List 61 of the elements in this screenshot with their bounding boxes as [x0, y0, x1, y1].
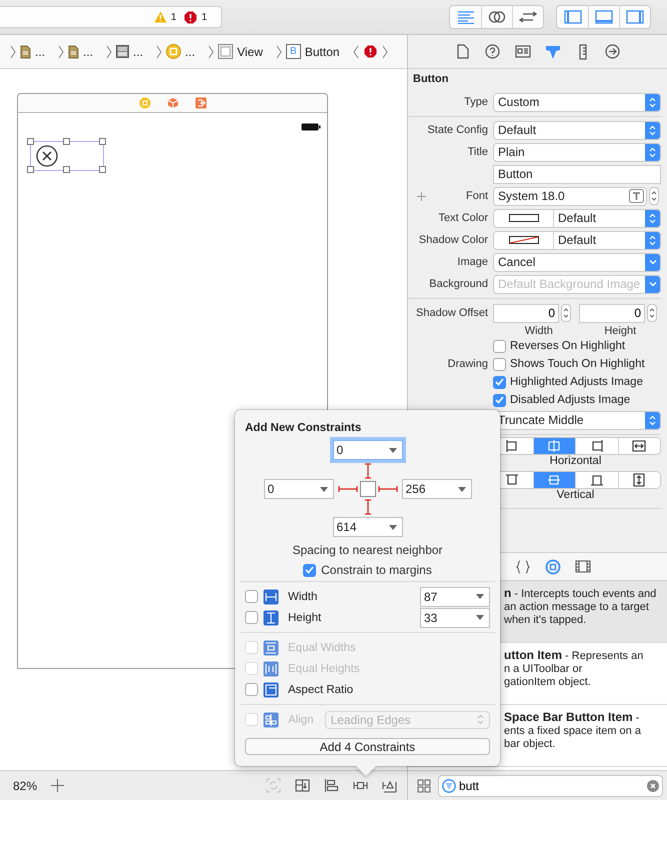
add-constraints-button[interactable]: Add 4 Constraints: [245, 738, 490, 755]
checkbox-label: Constrain to margins: [321, 563, 432, 577]
field-label: Title: [468, 146, 488, 158]
breadcrumb-item[interactable]: ...: [185, 44, 196, 58]
checkbox-label: Shows Touch On Highlight: [510, 358, 645, 370]
segment-caption: Horizontal: [550, 455, 602, 469]
breadcrumb-item[interactable]: View: [237, 44, 263, 58]
field-label: Shadow Offset: [416, 307, 488, 319]
constraint-label: Align: [288, 714, 314, 726]
breadcrumb-item[interactable]: ...: [133, 44, 144, 58]
field-label: State Config: [427, 124, 488, 136]
offset-width-field[interactable]: 0: [493, 304, 559, 322]
field-label: Font: [466, 190, 488, 202]
dropdown[interactable]: Plain: [493, 142, 661, 162]
constraint-label: Equal Widths: [288, 642, 356, 654]
button-type-icon: B: [286, 44, 301, 59]
segment-caption: Vertical: [556, 489, 594, 503]
field-caption: Height: [603, 325, 638, 337]
offset-height-field[interactable]: 0: [579, 304, 645, 322]
constraint-value-field[interactable]: 87: [420, 586, 490, 606]
combo-input[interactable]: Cancel: [494, 255, 645, 269]
field-label: Image: [457, 256, 488, 268]
error-count: 1: [201, 12, 207, 22]
field-label: Type: [464, 96, 488, 108]
dropdown[interactable]: Custom: [493, 92, 661, 112]
combo-input[interactable]: Default Background Image: [494, 277, 645, 291]
checkbox-label: Disabled Adjusts Image: [510, 394, 630, 406]
dropdown[interactable]: Default: [493, 120, 661, 140]
popover-title: Add New Constraints: [245, 422, 362, 434]
field-label: Background: [429, 278, 488, 290]
color-dropdown[interactable]: Default: [493, 230, 661, 250]
constraint-label: Equal Heights: [288, 662, 360, 674]
spacing-caption: Spacing to nearest neighbor: [292, 543, 443, 557]
leading-spacing-field[interactable]: 0: [264, 479, 334, 499]
font-field[interactable]: System 18.0: [493, 186, 647, 206]
trailing-spacing-field[interactable]: 256: [402, 479, 472, 499]
checkbox-label: Reverses On Highlight: [510, 340, 626, 352]
constraint-label: Height: [288, 612, 322, 624]
breadcrumb-item[interactable]: Button: [304, 44, 340, 58]
item-description: utton Item - Represents an n a UIToolbar or gationItem object.: [504, 649, 644, 689]
image-combo-box[interactable]: Default Background Image: [493, 274, 661, 294]
title-field[interactable]: Button: [493, 164, 661, 184]
constraint-label: Aspect Ratio: [288, 684, 354, 696]
checkbox-label: Highlighted Adjusts Image: [510, 376, 643, 388]
color-dropdown[interactable]: Default: [493, 208, 661, 228]
image-combo-box[interactable]: Cancel: [493, 252, 661, 272]
constraint-value-field[interactable]: 33: [420, 608, 490, 628]
library-search-field[interactable]: butt: [438, 774, 663, 796]
field-label: Shadow Color: [418, 234, 488, 246]
field-caption: Width: [524, 325, 554, 337]
constraint-label: Width: [288, 590, 318, 602]
breadcrumb-item[interactable]: ...: [35, 44, 46, 58]
zoom-level[interactable]: 82%: [13, 778, 38, 792]
warning-count: 1: [170, 12, 176, 22]
item-description: Space Bar Button Item - ents a fixed space item on a bar object.: [504, 711, 642, 751]
section-title: Button: [412, 72, 450, 87]
bottom-spacing-field[interactable]: 614: [332, 517, 402, 537]
item-description: n - Intercepts touch events and an action message to a target when it's tapped.: [504, 587, 658, 627]
breadcrumb-item[interactable]: ...: [83, 44, 94, 58]
field-label: Drawing: [448, 358, 488, 370]
field-label: Text Color: [438, 212, 488, 224]
